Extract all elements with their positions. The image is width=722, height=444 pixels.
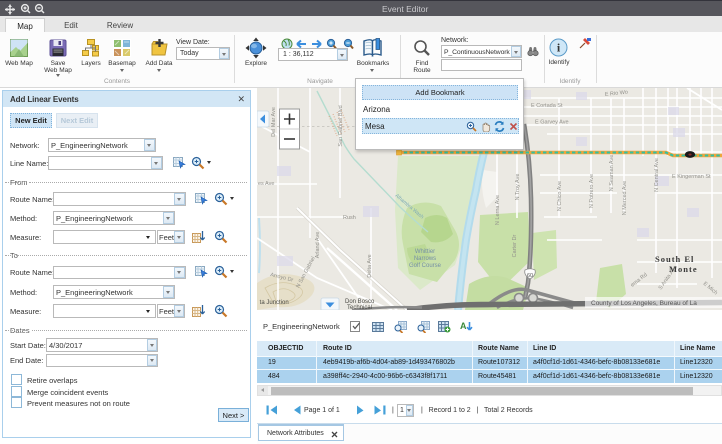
svg-text:60: 60: [527, 273, 533, 279]
svg-text:N Central Ave: N Central Ave: [654, 158, 660, 192]
svg-text:Rush: Rush: [343, 215, 356, 221]
svg-text:N Chico Ave: N Chico Ave: [557, 181, 563, 211]
svg-text:N Troy Ave: N Troy Ave: [515, 174, 521, 201]
svg-text:N Merced Ave: N Merced Ave: [622, 181, 628, 215]
svg-text:E Garvey Ave: E Garvey Ave: [535, 120, 569, 126]
svg-text:A: A: [460, 321, 467, 331]
svg-text:County of Los Angeles, Bureau: County of Los Angeles, Bureau of La: [591, 300, 697, 307]
svg-text:San Gabriel Blvd: San Gabriel Blvd: [338, 105, 344, 146]
svg-text:N Seaman Ave: N Seaman Ave: [609, 155, 615, 192]
svg-text:Whittier: Whittier: [415, 249, 435, 255]
svg-text:Arland Ave: Arland Ave: [315, 232, 321, 259]
svg-text:N Potrero Ave: N Potrero Ave: [589, 174, 595, 208]
svg-text:South El: South El: [655, 254, 694, 264]
svg-text:Delta Ave: Delta Ave: [367, 254, 373, 277]
svg-text:Monte: Monte: [669, 264, 698, 274]
svg-text:E Kingerman St: E Kingerman St: [672, 174, 711, 180]
svg-text:E Cortada St: E Cortada St: [531, 103, 563, 109]
svg-text:N Lerna Ave: N Lerna Ave: [495, 195, 501, 225]
svg-text:ta Junction: ta Junction: [258, 300, 289, 306]
svg-text:Golf Course: Golf Course: [409, 263, 442, 269]
svg-text:Narrows: Narrows: [414, 256, 436, 262]
svg-text:Carter Dr: Carter Dr: [512, 235, 518, 258]
svg-text:es Ave: es Ave: [258, 181, 274, 187]
svg-text:Del Mar Ave: Del Mar Ave: [271, 107, 277, 137]
